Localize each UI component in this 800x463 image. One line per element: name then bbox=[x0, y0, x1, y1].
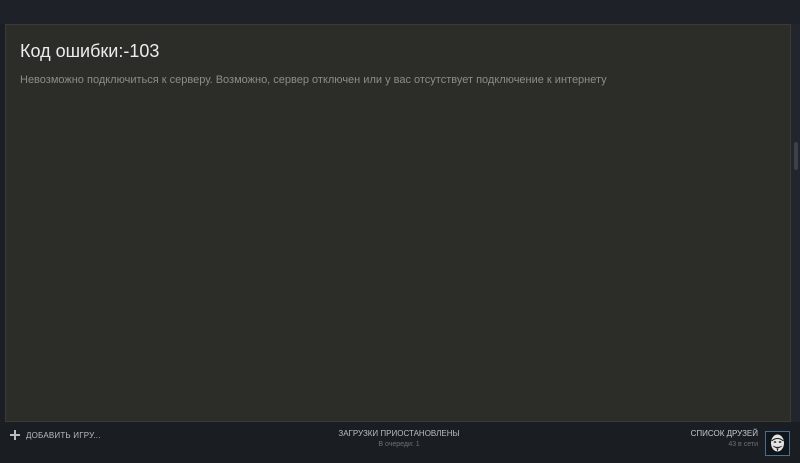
plus-icon bbox=[10, 430, 20, 440]
friends-list-button[interactable]: СПИСОК ДРУЗЕЙ 43 в сети bbox=[691, 429, 758, 450]
scrollbar-thumb[interactable] bbox=[794, 142, 798, 170]
footer-bar: ДОБАВИТЬ ИГРУ... ЗАГРУЗКИ ПРИОСТАНОВЛЕНЫ… bbox=[0, 422, 800, 463]
friends-online-count: 43 в сети bbox=[728, 441, 758, 448]
friends-list-label: СПИСОК ДРУЗЕЙ bbox=[690, 429, 758, 438]
avatar-mask-icon bbox=[766, 432, 789, 455]
error-title: Код ошибки:-103 bbox=[20, 41, 160, 61]
error-message: Невозможно подключиться к серверу. Возмо… bbox=[20, 74, 607, 86]
downloads-status: ЗАГРУЗКИ ПРИОСТАНОВЛЕНЫ bbox=[338, 429, 460, 438]
add-game-button[interactable]: ДОБАВИТЬ ИГРУ... bbox=[10, 428, 101, 442]
error-panel: Код ошибки:-103 Невозможно подключиться … bbox=[5, 24, 791, 422]
downloads-button[interactable]: ЗАГРУЗКИ ПРИОСТАНОВЛЕНЫ В очереди: 1 bbox=[299, 429, 499, 450]
scrollbar[interactable] bbox=[791, 24, 800, 422]
top-strip bbox=[0, 0, 800, 24]
add-game-label: ДОБАВИТЬ ИГРУ... bbox=[26, 430, 101, 440]
downloads-queue: В очереди: 1 bbox=[378, 441, 420, 448]
avatar[interactable] bbox=[765, 431, 790, 456]
